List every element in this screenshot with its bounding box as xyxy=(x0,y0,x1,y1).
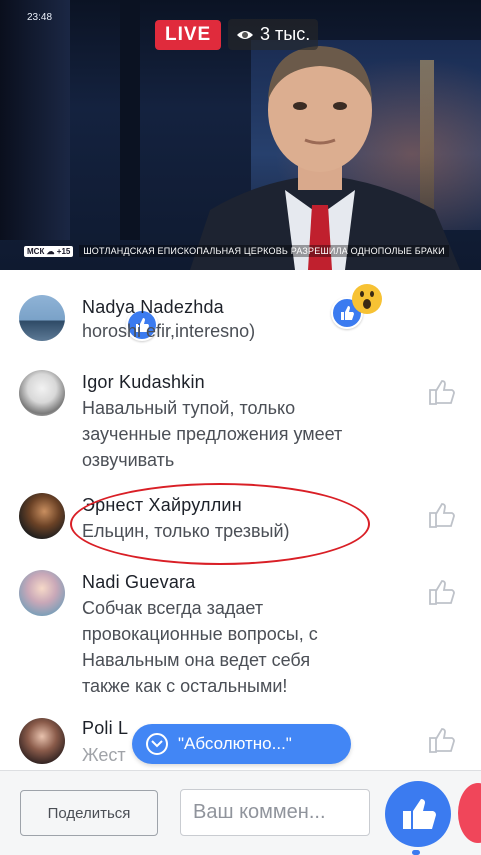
comment-author[interactable]: Igor Kudashkin xyxy=(82,372,205,393)
comment-item: Nadya Nadezhda horoshi efir,interesno) xyxy=(0,285,481,355)
like-comment-icon[interactable] xyxy=(426,724,458,756)
presenter-figure xyxy=(190,46,460,270)
comment-text-line: Навальным она ведет себя xyxy=(82,650,311,670)
like-comment-icon[interactable] xyxy=(426,499,458,531)
avatar[interactable] xyxy=(19,295,65,341)
comment-author[interactable]: Poli L xyxy=(82,718,128,739)
studio-background xyxy=(0,0,70,240)
eye-icon xyxy=(237,30,253,39)
bottom-action-bar: Поделиться Ваш коммен... xyxy=(0,770,481,855)
clock: 23:48 xyxy=(27,12,53,23)
avatar[interactable] xyxy=(19,570,65,616)
ticker-weather-badge: МСК ☁ +15 xyxy=(24,245,74,257)
live-video-player[interactable]: 23:48 LIVE 3 тыс. МСК ☁ +15 ШОТЛАНДСКАЯ … xyxy=(0,0,481,270)
like-reaction-button[interactable] xyxy=(385,781,451,847)
avatar[interactable] xyxy=(19,370,65,416)
comment-text-line: провокационные вопросы, с xyxy=(82,624,318,644)
live-badge: LIVE xyxy=(155,20,222,50)
comment-item: Nadi Guevara Собчак всегда задает провок… xyxy=(0,566,481,706)
like-comment-icon[interactable] xyxy=(426,576,458,608)
comment-input[interactable]: Ваш коммен... xyxy=(180,789,370,836)
share-button[interactable]: Поделиться xyxy=(20,790,158,836)
new-comment-preview: "Абсолютно..." xyxy=(178,734,292,753)
love-reaction-button[interactable] xyxy=(458,783,481,843)
comment-text: Собчак всегда задает провокационные вопр… xyxy=(82,595,422,699)
avatar[interactable] xyxy=(19,493,65,539)
viewer-count: 3 тыс. xyxy=(228,19,319,50)
comment-text-line: озвучивать xyxy=(82,450,175,470)
chevron-down-icon xyxy=(146,733,168,755)
reaction-indicator xyxy=(412,850,420,855)
comment-text: horoshi efir,interesno) xyxy=(82,321,256,341)
comment-text-line: также как с остальными! xyxy=(82,676,288,696)
comment-author[interactable]: Nadya Nadezhda xyxy=(82,297,224,318)
comment-item: Igor Kudashkin Навальный тупой, только з… xyxy=(0,362,481,472)
red-circle-highlight xyxy=(70,483,370,565)
avatar[interactable] xyxy=(19,718,65,764)
comment-text-line: Собчак всегда задает xyxy=(82,598,264,618)
viewer-count-text: 3 тыс. xyxy=(260,24,311,44)
thumbs-up-icon xyxy=(403,799,436,829)
ticker-text: ШОТЛАНДСКАЯ ЕПИСКОПАЛЬНАЯ ЦЕРКОВЬ РАЗРЕШ… xyxy=(79,245,449,257)
like-comment-icon[interactable] xyxy=(426,376,458,408)
comment-author[interactable]: Nadi Guevara xyxy=(82,572,195,593)
comment-text-line: Навальный тупой, только xyxy=(82,398,296,418)
comment-text-line: заученные предложения умеет xyxy=(82,424,343,444)
new-comment-jump-button[interactable]: "Абсолютно..." xyxy=(132,724,351,764)
studio-column xyxy=(120,0,140,240)
news-ticker: МСК ☁ +15 ШОТЛАНДСКАЯ ЕПИСКОПАЛЬНАЯ ЦЕРК… xyxy=(0,243,481,259)
comment-text: Навальный тупой, только заученные предло… xyxy=(82,395,422,473)
